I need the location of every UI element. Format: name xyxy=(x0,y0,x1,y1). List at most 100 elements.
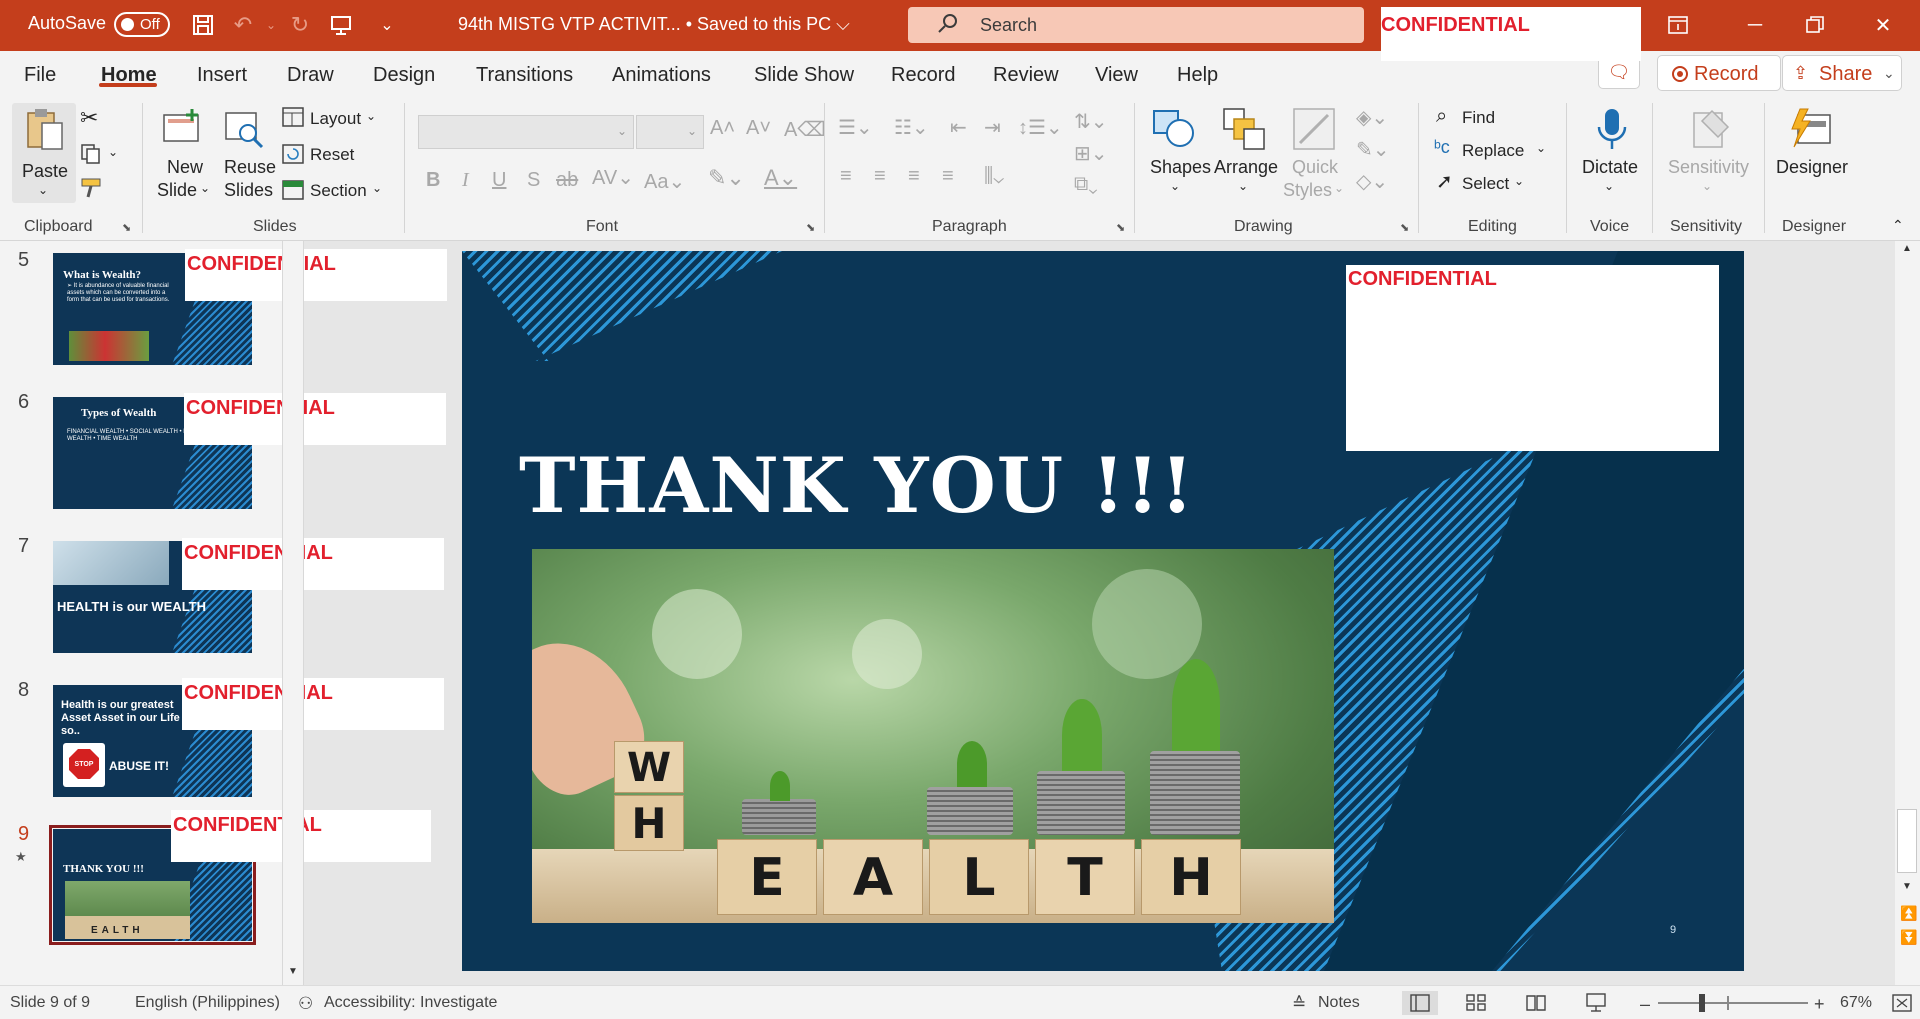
share-dropdown-icon[interactable]: ⌄ xyxy=(1883,65,1895,82)
paste-button[interactable]: Paste ⌄ xyxy=(12,103,76,203)
smartart-icon[interactable]: ⧉⌄ xyxy=(1074,173,1098,196)
scroll-up-icon[interactable]: ▲ xyxy=(1902,243,1912,254)
close-icon[interactable]: ✕ xyxy=(1868,12,1898,38)
arrange-icon[interactable] xyxy=(1222,107,1266,151)
designer-icon[interactable] xyxy=(1790,107,1834,151)
quick-styles-label-1[interactable]: Quick xyxy=(1292,157,1338,178)
thumbnail-scrollbar[interactable]: ▼ xyxy=(282,241,304,985)
select-icon[interactable]: ➚ xyxy=(1436,169,1453,194)
sensitivity-button[interactable]: Sensitivity xyxy=(1668,157,1749,178)
previous-slide-icon[interactable]: ⏫ xyxy=(1900,905,1917,922)
bold-icon[interactable]: B xyxy=(426,169,440,192)
quick-styles-icon[interactable] xyxy=(1292,107,1336,151)
next-slide-icon[interactable]: ⏬ xyxy=(1900,929,1917,946)
select-button[interactable]: Select xyxy=(1462,174,1509,194)
present-icon[interactable] xyxy=(326,10,356,40)
notes-button[interactable]: Notes xyxy=(1318,994,1360,1012)
strikethrough-icon[interactable]: ab xyxy=(556,169,578,192)
layout-dropdown-icon[interactable]: ⌄ xyxy=(366,109,376,123)
clipboard-launcher-icon[interactable]: ⬊ xyxy=(122,221,131,234)
decrease-font-size-icon[interactable]: A˅ xyxy=(746,117,771,140)
find-icon[interactable]: ⌕ xyxy=(1436,105,1447,128)
find-button[interactable]: Find xyxy=(1462,108,1495,128)
reuse-slides-label-2[interactable]: Slides xyxy=(224,180,273,201)
zoom-slider-track[interactable] xyxy=(1658,1002,1808,1004)
layout-button[interactable]: Layout xyxy=(310,109,361,129)
collapse-ribbon-icon[interactable]: ⌃ xyxy=(1892,217,1904,234)
record-button[interactable]: Record xyxy=(1657,55,1781,91)
tab-record[interactable]: Record xyxy=(891,64,955,87)
shape-outline-icon[interactable]: ✎⌄ xyxy=(1356,137,1390,162)
zoom-in-button[interactable]: + xyxy=(1814,994,1825,1015)
reuse-slides-label-1[interactable]: Reuse xyxy=(224,157,276,178)
share-button[interactable]: ⇪ Share ⌄ xyxy=(1782,55,1902,91)
fit-to-window-icon[interactable] xyxy=(1892,994,1912,1012)
new-slide-label-1[interactable]: New xyxy=(167,157,203,178)
tab-insert[interactable]: Insert xyxy=(197,64,247,87)
numbering-icon[interactable]: ☷⌄ xyxy=(894,115,929,140)
tab-draw[interactable]: Draw xyxy=(287,64,334,87)
tab-help[interactable]: Help xyxy=(1177,64,1218,87)
document-title[interactable]: 94th MISTG VTP ACTIVIT... • Saved to thi… xyxy=(458,14,850,35)
shapes-icon[interactable] xyxy=(1152,107,1196,151)
highlight-icon[interactable]: ✎⌄ xyxy=(708,165,745,191)
undo-icon[interactable]: ↶ xyxy=(228,10,258,40)
font-color-icon[interactable]: A⌄ xyxy=(764,165,797,191)
normal-view-button[interactable] xyxy=(1402,991,1438,1015)
paste-dropdown-icon[interactable]: ⌄ xyxy=(38,183,48,197)
save-icon[interactable] xyxy=(188,10,218,40)
copy-icon[interactable] xyxy=(80,143,102,165)
restore-icon[interactable] xyxy=(1800,12,1830,38)
accessibility-icon[interactable]: ⚇ xyxy=(298,994,313,1014)
decrease-indent-icon[interactable]: ⇤ xyxy=(950,115,967,140)
tab-design[interactable]: Design xyxy=(373,64,435,87)
slide-scrollbar[interactable]: ▲ ▼ ⏫ ⏬ xyxy=(1895,241,1920,985)
scroll-down-icon[interactable]: ▼ xyxy=(1902,881,1912,892)
zoom-out-button[interactable]: – xyxy=(1640,994,1650,1015)
tab-file[interactable]: File xyxy=(24,64,56,87)
align-center-icon[interactable]: ≡ xyxy=(874,165,886,188)
cut-icon[interactable]: ✂ xyxy=(80,105,98,131)
sensitivity-dropdown-icon[interactable]: ⌄ xyxy=(1702,179,1712,193)
paragraph-launcher-icon[interactable]: ⬊ xyxy=(1116,221,1125,234)
dictate-dropdown-icon[interactable]: ⌄ xyxy=(1604,179,1614,193)
clear-formatting-icon[interactable]: A⌫ xyxy=(784,117,826,142)
slide-title[interactable]: THANK YOU !!! xyxy=(519,441,1195,530)
reset-icon[interactable] xyxy=(282,144,304,164)
ribbon-display-icon[interactable] xyxy=(1663,12,1693,38)
replace-button[interactable]: Replace xyxy=(1462,141,1524,161)
undo-dropdown-icon[interactable]: ⌄ xyxy=(256,10,286,40)
replace-dropdown-icon[interactable]: ⌄ xyxy=(1536,141,1546,155)
new-slide-dropdown-icon[interactable]: ⌄ xyxy=(200,181,210,195)
language-indicator[interactable]: English (Philippines) xyxy=(135,994,280,1012)
shape-fill-icon[interactable]: ◈⌄ xyxy=(1356,105,1388,130)
replace-icon[interactable]: ᵇc xyxy=(1434,137,1450,158)
reuse-slides-icon[interactable] xyxy=(222,107,266,151)
align-left-icon[interactable]: ≡ xyxy=(840,165,852,188)
tab-slide-show[interactable]: Slide Show xyxy=(754,64,854,87)
shapes-label[interactable]: Shapes xyxy=(1150,157,1211,178)
columns-icon[interactable]: ⫼⌄ xyxy=(984,165,1004,188)
minimize-icon[interactable]: ─ xyxy=(1740,12,1770,38)
bullets-icon[interactable]: ☰⌄ xyxy=(838,115,873,140)
zoom-level[interactable]: 67% xyxy=(1840,994,1872,1012)
accessibility-status[interactable]: Accessibility: Investigate xyxy=(324,994,497,1012)
notes-icon[interactable]: ≙ xyxy=(1292,994,1306,1014)
align-right-icon[interactable]: ≡ xyxy=(908,165,920,188)
scroll-thumb[interactable] xyxy=(1897,809,1917,873)
font-name-box[interactable]: ⌄ xyxy=(418,115,634,149)
section-dropdown-icon[interactable]: ⌄ xyxy=(372,181,382,195)
increase-indent-icon[interactable]: ⇥ xyxy=(984,115,1001,140)
scroll-down-icon[interactable]: ▼ xyxy=(288,966,298,977)
text-direction-icon[interactable]: ⇅⌄ xyxy=(1074,109,1108,134)
quick-styles-dropdown-icon[interactable]: ⌄ xyxy=(1334,181,1344,195)
autosave-toggle[interactable]: Off xyxy=(114,12,170,37)
tab-transitions[interactable]: Transitions xyxy=(476,64,573,87)
dictate-label[interactable]: Dictate xyxy=(1582,157,1638,178)
redo-icon[interactable]: ↻ xyxy=(285,10,315,40)
line-spacing-icon[interactable]: ↕☰⌄ xyxy=(1018,115,1063,140)
new-slide-icon[interactable] xyxy=(160,107,204,151)
zoom-slider-thumb[interactable] xyxy=(1699,994,1705,1012)
select-dropdown-icon[interactable]: ⌄ xyxy=(1514,174,1524,188)
character-spacing-icon[interactable]: AV⌄ xyxy=(592,165,634,190)
